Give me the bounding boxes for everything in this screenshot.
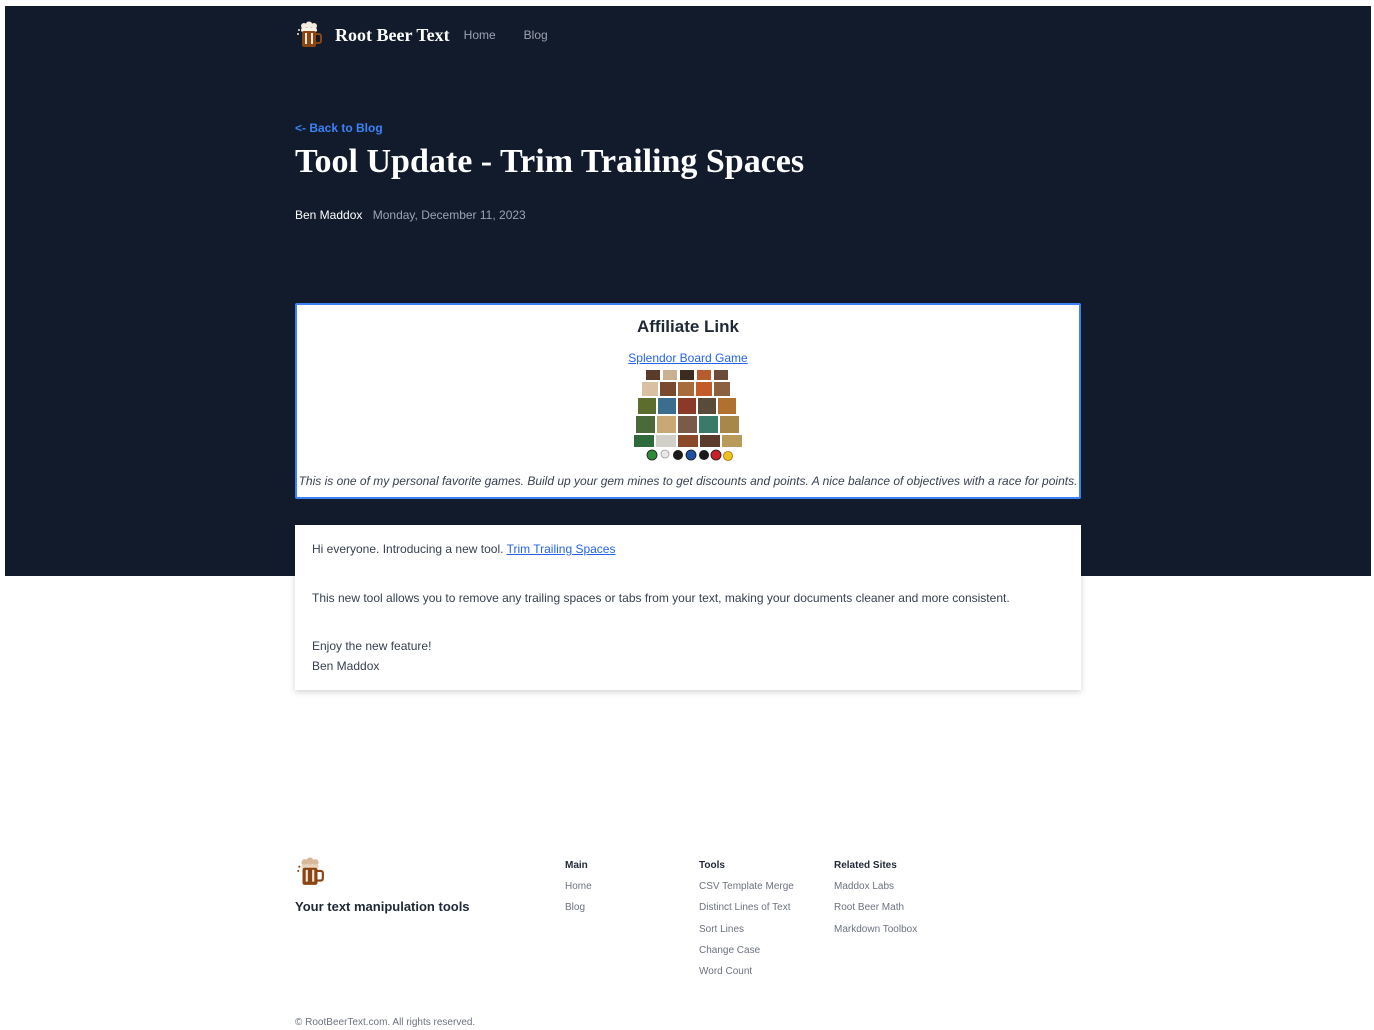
footer-column-related-sites: Related Sites Maddox Labs Root Beer Math… — [834, 860, 917, 945]
footer-column-tools: Tools CSV Template Merge Distinct Lines … — [699, 860, 794, 987]
trim-trailing-spaces-link[interactable]: Trim Trailing Spaces — [507, 542, 616, 556]
post-body: This new tool allows you to remove any t… — [312, 591, 1010, 605]
footer-column-title: Tools — [699, 860, 725, 871]
back-to-blog-link[interactable]: <- Back to Blog — [295, 121, 383, 135]
page-title: Tool Update - Trim Trailing Spaces — [295, 143, 805, 180]
footer-link-csv-template-merge[interactable]: CSV Template Merge — [699, 881, 794, 902]
post-meta: Ben Maddox Monday, December 11, 2023 — [295, 208, 526, 222]
post-closing: Enjoy the new feature! — [312, 639, 432, 653]
affiliate-box: Affiliate Link Splendor Board Game This … — [295, 303, 1081, 499]
footer-tagline: Your text manipulation tools — [295, 899, 470, 914]
nav-link-home[interactable]: Home — [464, 28, 496, 42]
footer-link-sort-lines[interactable]: Sort Lines — [699, 924, 794, 945]
footer-link-root-beer-math[interactable]: Root Beer Math — [834, 902, 917, 923]
footer-column-title: Main — [565, 860, 588, 871]
footer-link-blog[interactable]: Blog — [565, 902, 592, 923]
footer-link-distinct-lines[interactable]: Distinct Lines of Text — [699, 902, 794, 923]
post-author: Ben Maddox — [295, 208, 363, 222]
affiliate-description: This is one of my personal favorite game… — [298, 474, 1078, 488]
board-game-image[interactable] — [632, 366, 744, 463]
root-beer-mug-icon[interactable] — [295, 21, 323, 49]
footer-link-markdown-toolbox[interactable]: Markdown Toolbox — [834, 924, 917, 945]
brand-name[interactable]: Root Beer Text — [335, 25, 450, 46]
nav-link-blog[interactable]: Blog — [524, 28, 548, 42]
post-intro-text: Hi everyone. Introducing a new tool. — [312, 542, 507, 556]
footer-link-maddox-labs[interactable]: Maddox Labs — [834, 881, 917, 902]
top-nav: Root Beer Text Home Blog — [295, 20, 548, 50]
footer-root-beer-mug-icon[interactable] — [295, 857, 325, 887]
affiliate-link[interactable]: Splendor Board Game — [297, 351, 1079, 365]
post-content: Hi everyone. Introducing a new tool. Tri… — [295, 525, 1081, 690]
post-intro: Hi everyone. Introducing a new tool. Tri… — [312, 542, 615, 556]
post-signature: Ben Maddox — [312, 659, 380, 673]
footer-link-word-count[interactable]: Word Count — [699, 966, 794, 987]
copyright: © RootBeerText.com. All rights reserved. — [295, 1017, 476, 1028]
affiliate-heading: Affiliate Link — [636, 317, 739, 336]
footer-link-change-case[interactable]: Change Case — [699, 945, 794, 966]
footer-column-title: Related Sites — [834, 860, 897, 871]
footer-link-home[interactable]: Home — [565, 881, 592, 902]
footer-column-main: Main Home Blog — [565, 860, 592, 924]
post-date: Monday, December 11, 2023 — [372, 208, 526, 222]
